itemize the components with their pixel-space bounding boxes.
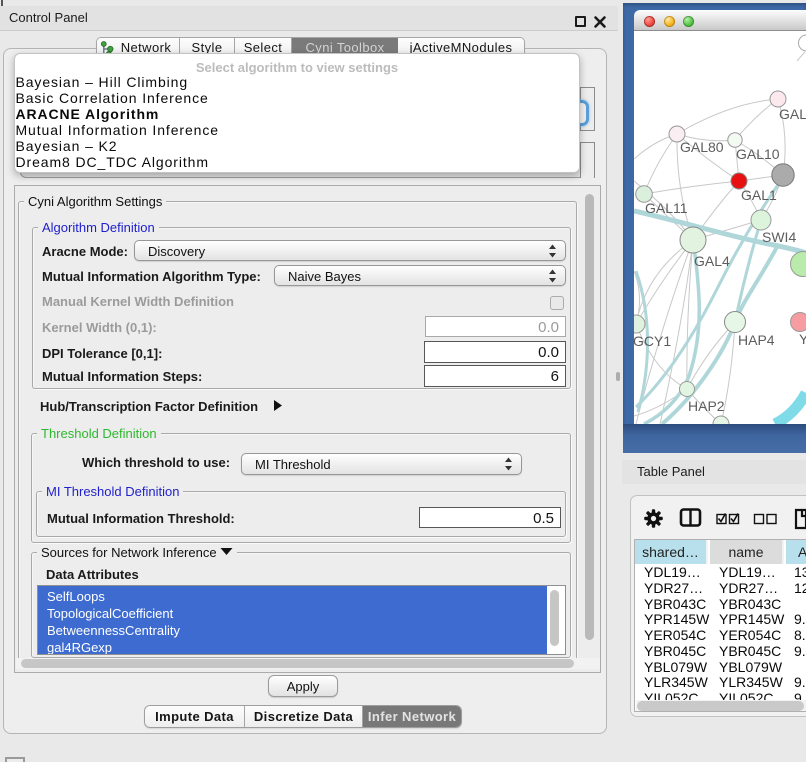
svg-text:SWI4: SWI4 [762,229,796,245]
svg-text:HAP2: HAP2 [688,398,725,414]
svg-text:GCY1: GCY1 [634,333,671,349]
svg-text:GAL4: GAL4 [694,253,730,269]
svg-text:YD: YD [799,331,806,347]
svg-text:GAL11: GAL11 [645,200,688,216]
svg-text:GAL1: GAL1 [741,187,777,203]
svg-text:GAL7: GAL7 [779,106,806,122]
svg-text:GAL10: GAL10 [736,146,780,162]
svg-text:GAL80: GAL80 [680,139,724,155]
svg-text:HAP4: HAP4 [738,332,775,348]
